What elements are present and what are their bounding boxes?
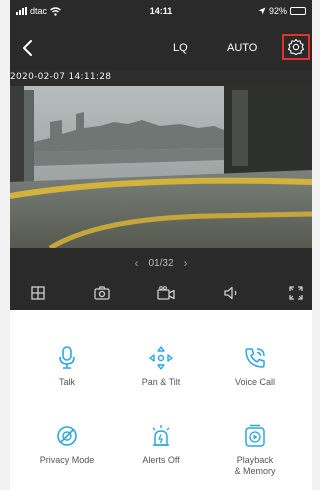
back-icon[interactable] — [18, 38, 38, 58]
alert-icon — [152, 425, 170, 446]
alerts-off-label: Alerts Off — [142, 455, 180, 465]
camera-icon — [94, 286, 110, 300]
playback-label-line1: Playback — [236, 455, 274, 465]
privacy-mode-button[interactable]: Privacy Mode — [27, 423, 107, 466]
grid-view-button[interactable] — [28, 283, 48, 303]
privacy-mode-label: Privacy Mode — [39, 455, 95, 465]
channel-pager: ‹ 01/32 › — [10, 254, 312, 272]
quality-toggle[interactable]: LQ — [173, 42, 188, 54]
snapshot-button[interactable] — [92, 283, 112, 303]
pan-tilt-icon — [149, 346, 173, 370]
header-bar: LQ AUTO — [10, 30, 312, 66]
mode-toggle[interactable]: AUTO — [227, 42, 257, 54]
playback-icon — [245, 424, 265, 447]
status-bar: dtac 14:11 92% — [10, 0, 312, 22]
playback-label-line2: & Memory — [234, 466, 276, 476]
prev-page-icon[interactable]: ‹ — [134, 256, 138, 270]
grid-icon — [31, 286, 45, 300]
fullscreen-icon — [289, 286, 303, 300]
fullscreen-button[interactable] — [286, 283, 306, 303]
microphone-icon — [59, 346, 75, 369]
app-frame: dtac 14:11 92% LQ AUTO 2020-02-07 14:11:… — [10, 0, 312, 490]
page-indicator: 01/32 — [148, 257, 174, 269]
speaker-button[interactable] — [222, 283, 242, 303]
video-timestamp: 2020-02-07 14:11:28 — [10, 72, 112, 82]
pan-tilt-button[interactable]: Pan & Tilt — [121, 345, 201, 388]
voice-call-button[interactable]: Voice Call — [215, 345, 295, 388]
video-toolbar — [10, 280, 312, 306]
settings-icon — [287, 38, 305, 56]
alerts-off-button[interactable]: Alerts Off — [121, 423, 201, 466]
record-icon — [157, 286, 175, 300]
camera-video-feed[interactable]: 2020-02-07 14:11:28 — [10, 70, 312, 248]
settings-button[interactable] — [282, 34, 310, 60]
battery-icon — [290, 7, 306, 15]
pan-tilt-label: Pan & Tilt — [141, 377, 181, 387]
voice-call-label: Voice Call — [234, 377, 276, 387]
video-frame-image — [10, 70, 312, 248]
speaker-icon — [224, 286, 237, 300]
talk-button[interactable]: Talk — [27, 345, 107, 388]
playback-memory-button[interactable]: Playback & Memory — [215, 423, 295, 477]
talk-label: Talk — [58, 377, 75, 387]
next-page-icon[interactable]: › — [184, 256, 188, 270]
phone-icon — [245, 348, 265, 368]
location-icon — [258, 7, 266, 15]
record-button[interactable] — [156, 283, 176, 303]
battery-percent: 92% — [268, 6, 287, 16]
privacy-icon — [57, 426, 77, 446]
